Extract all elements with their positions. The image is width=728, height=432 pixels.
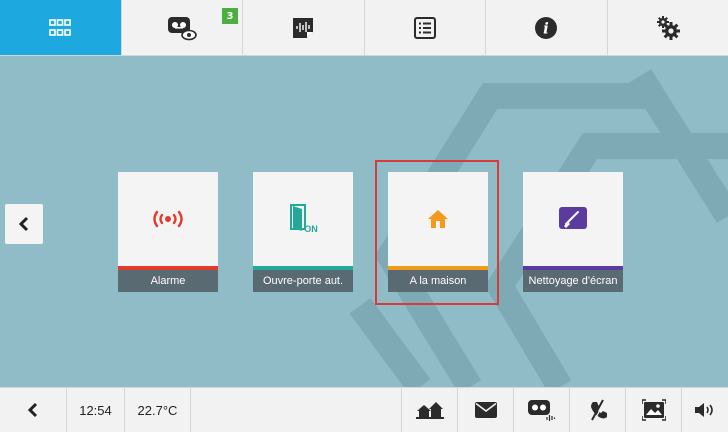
- list-icon: [413, 16, 436, 39]
- tab-video-memos[interactable]: 3: [122, 0, 243, 55]
- tile-auto-door-opener[interactable]: ON Ouvre-porte aut.: [253, 172, 353, 292]
- status-spacer: [191, 387, 402, 432]
- apps-grid-icon: [49, 18, 72, 36]
- video-memo-audio-icon: [527, 400, 555, 421]
- auto-door-opener-icon: ON: [290, 204, 318, 234]
- clock-time: 12:54: [67, 387, 125, 432]
- top-navigation-bar: 3 i: [0, 0, 728, 56]
- volume-control[interactable]: [682, 388, 728, 432]
- chevron-left-icon: [18, 216, 29, 232]
- speaker-volume-icon: [695, 403, 713, 417]
- temperature-readout: 22.7°C: [125, 387, 191, 432]
- info-icon: i: [535, 16, 558, 39]
- tile-face: ON: [253, 172, 353, 266]
- svg-text:i: i: [543, 19, 549, 37]
- picture-frame-status[interactable]: [626, 387, 682, 432]
- tab-voice-memos[interactable]: [243, 0, 365, 55]
- video-memo-icon: [167, 16, 197, 40]
- screen-cleaning-icon: [559, 207, 587, 229]
- houses-icon: [415, 402, 444, 419]
- tile-face: [523, 172, 623, 266]
- mute-call-status[interactable]: [570, 387, 626, 432]
- tile-screen-cleaning[interactable]: Nettoyage d'écran: [523, 172, 623, 292]
- voice-memo-icon: [293, 17, 314, 38]
- video-memo-status[interactable]: [514, 387, 570, 432]
- tab-settings[interactable]: [608, 0, 728, 55]
- chevron-left-icon: [27, 402, 38, 418]
- picture-frame-icon: [641, 399, 666, 421]
- tab-list[interactable]: [365, 0, 486, 55]
- back-button[interactable]: [0, 387, 67, 432]
- selection-highlight-frame: [375, 160, 499, 305]
- tile-label: Alarme: [118, 270, 218, 292]
- tile-label: Nettoyage d'écran: [523, 270, 623, 292]
- tab-info[interactable]: i: [486, 0, 608, 55]
- home-automation-status[interactable]: [402, 387, 458, 432]
- messages-status[interactable]: [458, 387, 514, 432]
- tile-label: Ouvre-porte aut.: [253, 270, 353, 292]
- tile-alarm[interactable]: Alarme: [118, 172, 218, 292]
- settings-gears-icon: [656, 15, 680, 40]
- unread-count-badge: 3: [222, 8, 238, 24]
- tile-face: [118, 172, 218, 266]
- door-opener-on-text: ON: [304, 224, 318, 234]
- previous-page-button[interactable]: [5, 204, 43, 244]
- tab-apps[interactable]: [0, 0, 122, 55]
- ringer-off-icon: [590, 399, 607, 421]
- alarm-signal-icon: [153, 210, 183, 228]
- bottom-status-bar: 12:54 22.7°C: [0, 387, 728, 432]
- envelope-icon: [474, 402, 497, 418]
